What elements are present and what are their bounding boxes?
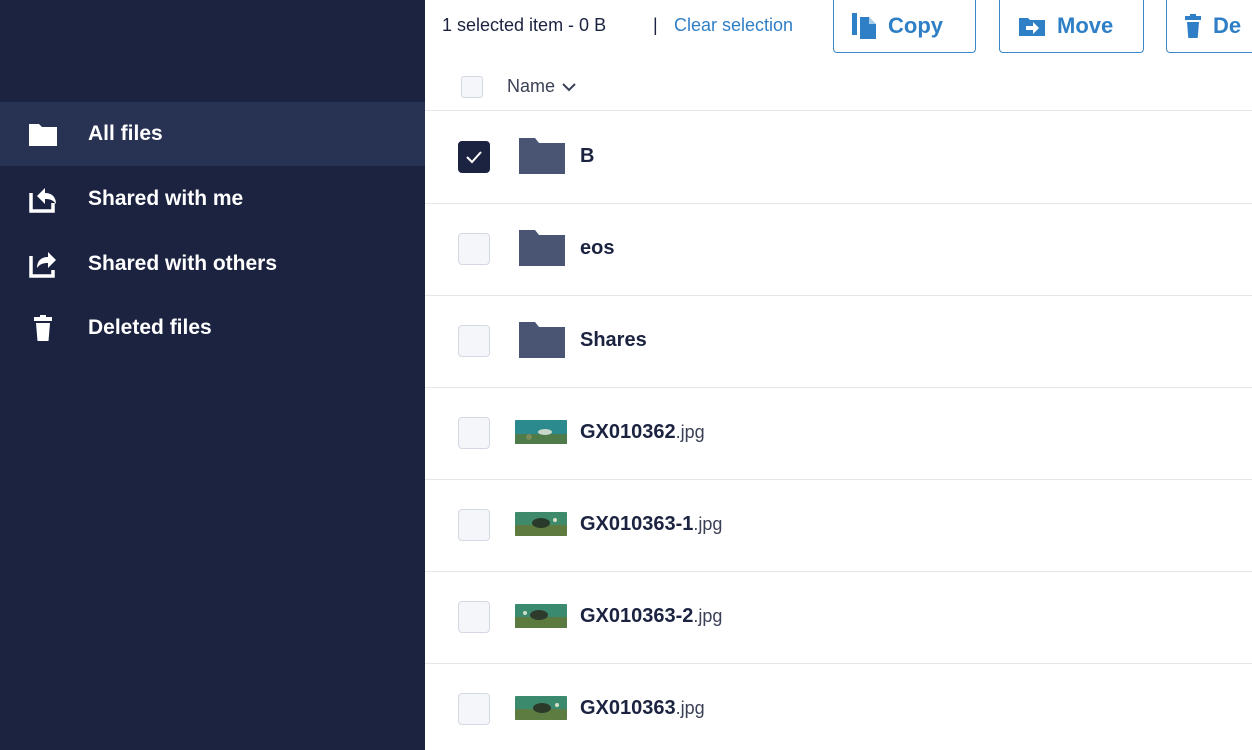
file-name[interactable]: GX010362.jpg [580,421,705,444]
row-checkbox[interactable] [458,693,490,725]
move-button[interactable]: Move [999,0,1144,53]
clear-selection-link[interactable]: Clear selection [674,15,793,36]
sidebar-item-label: Deleted files [88,316,212,339]
move-icon [1019,16,1045,36]
selection-summary: 1 selected item - 0 B [442,15,607,35]
row-checkbox[interactable] [458,141,490,173]
file-name[interactable]: GX010363-2.jpg [580,605,722,628]
chevron-down-icon [562,82,576,92]
shared-with-me-icon [26,184,60,214]
folder-icon [519,138,565,179]
table-row[interactable]: GX010363-2.jpg [425,571,1252,664]
image-thumbnail [515,512,567,536]
sidebar-item-label: All files [88,122,163,145]
trash-icon [26,313,60,343]
file-name[interactable]: eos [580,237,614,260]
table-row[interactable]: Shares [425,295,1252,388]
row-checkbox[interactable] [458,325,490,357]
row-checkbox[interactable] [458,417,490,449]
trash-icon [1185,14,1201,38]
table-row[interactable]: B [425,111,1252,204]
separator: | [653,15,658,35]
delete-label: De [1213,13,1242,38]
sidebar-item-deleted-files[interactable]: Deleted files [0,296,425,360]
folder-icon [519,322,565,363]
copy-button[interactable]: Copy [833,0,976,53]
file-name[interactable]: Shares [580,329,647,352]
copy-label: Copy [888,13,943,38]
image-thumbnail [515,420,567,444]
row-checkbox[interactable] [458,601,490,633]
sidebar-item-all-files[interactable]: All files [0,102,425,166]
folder-icon [26,119,60,149]
image-thumbnail [515,604,567,628]
delete-button[interactable]: De [1166,0,1252,53]
image-thumbnail [515,696,567,720]
sidebar-item-label: Shared with others [88,252,278,275]
file-name[interactable]: B [580,145,594,168]
row-checkbox[interactable] [458,509,490,541]
table-row[interactable]: GX010363.jpg [425,663,1252,750]
table-row[interactable]: GX010362.jpg [425,387,1252,480]
select-all-checkbox[interactable] [461,76,483,98]
table-row[interactable]: eos [425,203,1252,296]
sidebar-item-label: Shared with me [88,187,244,210]
sidebar-item-shared-with-others[interactable]: Shared with others [0,232,425,296]
file-browser: 1 selected item - 0 B | Clear selection … [425,0,1252,750]
table-row[interactable]: GX010363-1.jpg [425,479,1252,572]
list-header: Name [425,64,1252,111]
row-checkbox[interactable] [458,233,490,265]
shared-with-others-icon [26,249,60,279]
name-column-header[interactable]: Name [507,76,576,97]
file-name[interactable]: GX010363.jpg [580,697,705,720]
sidebar: All files Shared with me Shared with oth… [0,0,425,750]
file-name[interactable]: GX010363-1.jpg [580,513,722,536]
move-label: Move [1057,13,1114,38]
copy-icon [852,13,876,39]
checkmark-icon [466,151,482,164]
sidebar-item-shared-with-me[interactable]: Shared with me [0,167,425,231]
selection-toolbar: 1 selected item - 0 B | Clear selection … [425,0,1252,54]
name-header-label: Name [507,76,556,96]
folder-icon [519,230,565,271]
